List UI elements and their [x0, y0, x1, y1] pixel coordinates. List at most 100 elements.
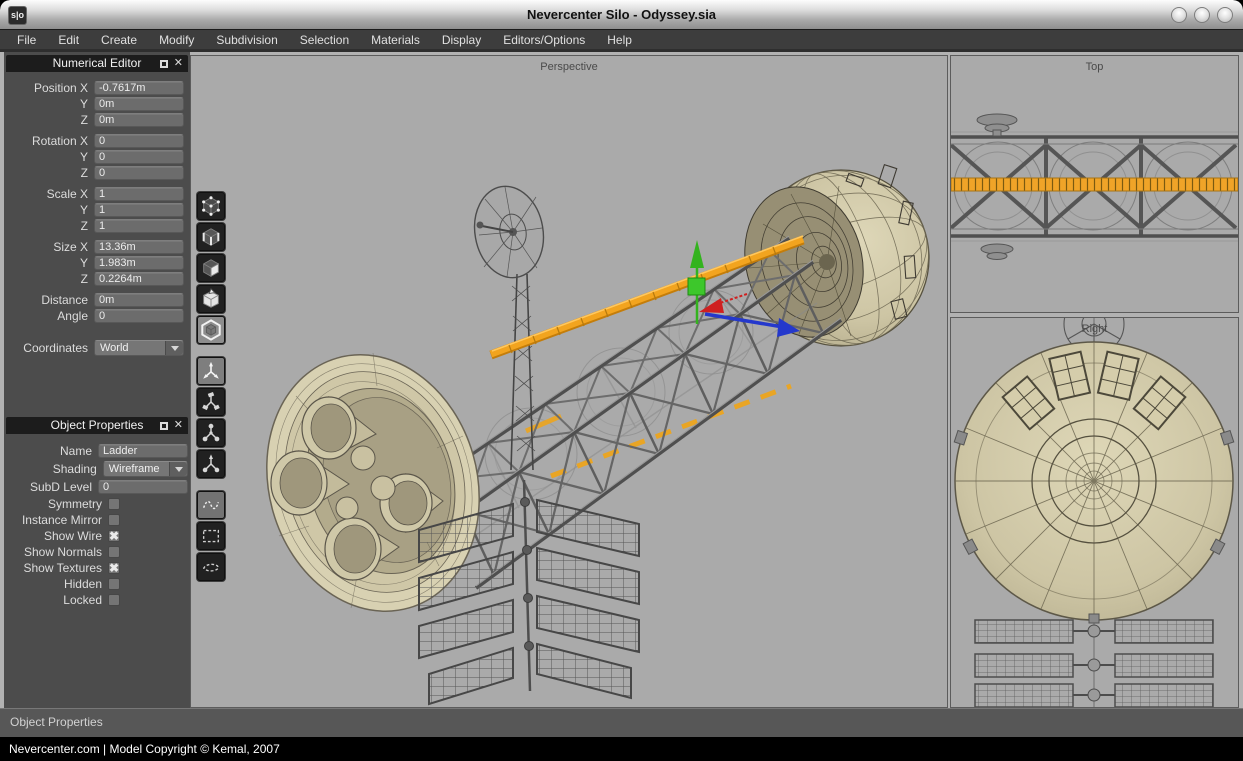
scale-x-field[interactable]: [94, 187, 184, 201]
menu-editors-options[interactable]: Editors/Options: [492, 29, 596, 51]
size-z-label: Z: [6, 272, 88, 286]
dropdown-arrow-box: [165, 341, 183, 355]
window-title: Nevercenter Silo - Odyssey.sia: [0, 0, 1243, 30]
object-properties-body: Name Shading Wireframe SubD Level Symmet…: [6, 434, 188, 608]
menu-file[interactable]: File: [6, 29, 47, 51]
shading-dropdown[interactable]: Wireframe: [103, 461, 188, 477]
object-properties-title: Object Properties: [51, 418, 144, 432]
panel-collapse-icon[interactable]: [160, 422, 168, 430]
top-viewport-label: Top: [951, 61, 1238, 73]
solar-pole-top-view[interactable]: [981, 244, 1013, 260]
subd-level-field[interactable]: [98, 480, 188, 494]
ladder-top-view[interactable]: [951, 178, 1238, 191]
edge-mode-button[interactable]: [197, 223, 225, 251]
object-mode-button[interactable]: [197, 285, 225, 313]
symmetry-checkbox[interactable]: [108, 498, 120, 510]
shading-label: Shading: [6, 462, 97, 476]
right-viewport-label: Right: [951, 323, 1238, 335]
lasso-select-icon: [200, 556, 222, 578]
size-z-field[interactable]: [94, 272, 184, 286]
show-wire-checkbox[interactable]: ✖: [108, 530, 120, 542]
credits-text: Nevercenter.com | Model Copyright © Kema…: [9, 742, 280, 756]
instance-mirror-checkbox[interactable]: [108, 514, 120, 526]
rotation-x-label: Rotation X: [6, 134, 88, 148]
object-properties-header[interactable]: Object Properties: [6, 417, 188, 434]
menu-display[interactable]: Display: [431, 29, 492, 51]
menu-modify[interactable]: Modify: [148, 29, 205, 51]
angle-label: Angle: [6, 309, 88, 323]
angle-field[interactable]: [94, 309, 184, 323]
credits-bar: Nevercenter.com | Model Copyright © Kema…: [0, 737, 1243, 761]
top-scene-canvas[interactable]: [951, 56, 1238, 312]
universal-tool-button[interactable]: [197, 450, 225, 478]
numerical-editor-body: Position X Y Z Rotation X Y Z Scale X Y …: [6, 72, 188, 358]
multi-mode-button[interactable]: [197, 316, 225, 344]
size-x-field[interactable]: [94, 240, 184, 254]
window-button-1[interactable]: [1171, 7, 1187, 23]
panel-close-icon[interactable]: [174, 55, 183, 72]
scale-z-label: Z: [6, 219, 88, 233]
show-wire-label: Show Wire: [6, 529, 102, 543]
locked-checkbox[interactable]: [108, 594, 120, 606]
lasso-select-button[interactable]: [197, 553, 225, 581]
menu-help[interactable]: Help: [596, 29, 643, 51]
menu-subdivision[interactable]: Subdivision: [205, 29, 288, 51]
distance-label: Distance: [6, 293, 88, 307]
move-tool-button[interactable]: [197, 357, 225, 385]
right-scene-canvas[interactable]: [951, 318, 1238, 707]
top-viewport[interactable]: Top: [950, 55, 1239, 313]
solar-panels-right-view[interactable]: [975, 620, 1213, 707]
face-mode-button[interactable]: [197, 254, 225, 282]
subd-level-label: SubD Level: [6, 480, 92, 494]
command-sphere-right-view[interactable]: [954, 342, 1234, 623]
panel-collapse-icon[interactable]: [160, 60, 168, 68]
perspective-viewport[interactable]: Perspective: [190, 55, 948, 708]
scale-tool-icon: [200, 422, 222, 444]
chevron-down-icon: [175, 467, 183, 472]
numerical-editor-title: Numerical Editor: [53, 56, 142, 70]
show-textures-checkbox[interactable]: ✖: [108, 562, 120, 574]
position-y-label: Y: [6, 97, 88, 111]
rect-select-button[interactable]: [197, 522, 225, 550]
scale-z-field[interactable]: [94, 219, 184, 233]
scale-y-label: Y: [6, 203, 88, 217]
position-z-field[interactable]: [94, 113, 184, 127]
object-name-field[interactable]: [98, 444, 188, 458]
window-button-3[interactable]: [1217, 7, 1233, 23]
menu-bar: File Edit Create Modify Subdivision Sele…: [0, 30, 1243, 52]
panel-close-icon[interactable]: [174, 417, 183, 434]
coordinates-dropdown[interactable]: World: [94, 340, 184, 356]
numerical-editor-header[interactable]: Numerical Editor: [6, 55, 188, 72]
coordinates-label: Coordinates: [6, 341, 88, 355]
hidden-checkbox[interactable]: [108, 578, 120, 590]
title-bar[interactable]: s|o Nevercenter Silo - Odyssey.sia: [0, 0, 1243, 30]
menu-selection[interactable]: Selection: [289, 29, 360, 51]
viewport-toolbar: [197, 192, 225, 594]
main-content: Numerical Editor Position X Y Z Rotation…: [0, 52, 1243, 708]
rotate-tool-button[interactable]: [197, 388, 225, 416]
position-y-field[interactable]: [94, 97, 184, 111]
distance-field[interactable]: [94, 293, 184, 307]
menu-create[interactable]: Create: [90, 29, 148, 51]
menu-materials[interactable]: Materials: [360, 29, 431, 51]
rotation-y-field[interactable]: [94, 150, 184, 164]
size-y-field[interactable]: [94, 256, 184, 270]
perspective-scene-canvas[interactable]: [191, 56, 947, 707]
selection-mode-group: [197, 192, 225, 344]
position-x-field[interactable]: [94, 81, 184, 95]
antenna-top-view[interactable]: [977, 114, 1017, 136]
show-normals-checkbox[interactable]: [108, 546, 120, 558]
menu-edit[interactable]: Edit: [47, 29, 90, 51]
scale-x-label: Scale X: [6, 187, 88, 201]
right-viewport[interactable]: Right: [950, 317, 1239, 708]
rotation-x-field[interactable]: [94, 134, 184, 148]
vertex-mode-button[interactable]: [197, 192, 225, 220]
scale-y-field[interactable]: [94, 203, 184, 217]
status-bar: Object Properties: [0, 708, 1243, 737]
paint-select-button[interactable]: [197, 491, 225, 519]
scale-tool-button[interactable]: [197, 419, 225, 447]
rotation-z-field[interactable]: [94, 166, 184, 180]
window-button-2[interactable]: [1194, 7, 1210, 23]
shading-value: Wireframe: [104, 462, 169, 477]
object-mode-icon: [200, 288, 222, 310]
